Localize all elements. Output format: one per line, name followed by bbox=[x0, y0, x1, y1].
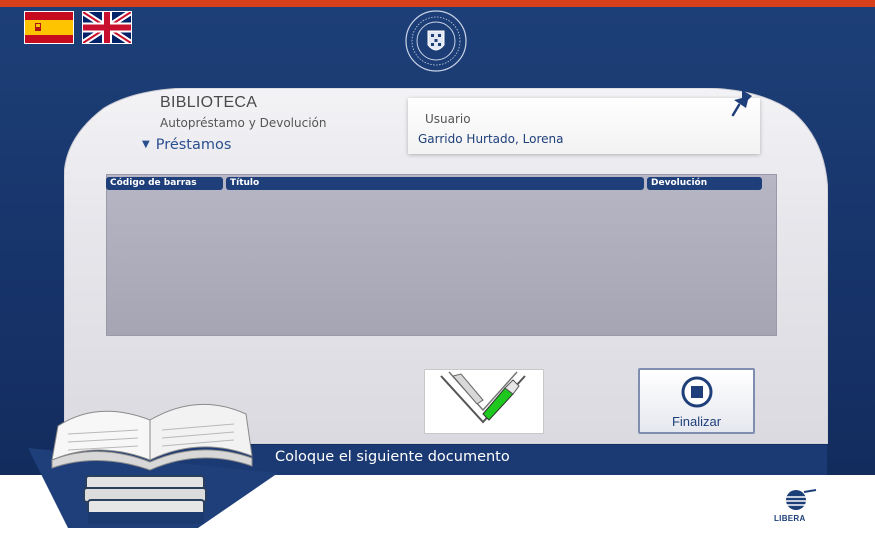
user-card: Usuario Garrido Hurtado, Lorena bbox=[408, 98, 760, 154]
library-title: BIBLIOTECA bbox=[160, 94, 258, 111]
top-accent-bar bbox=[0, 0, 875, 7]
spain-flag-icon[interactable] bbox=[24, 11, 74, 44]
prestamos-label: Préstamos bbox=[155, 137, 232, 153]
prestamos-section-toggle[interactable]: ▼ Préstamos bbox=[142, 137, 231, 153]
stop-icon bbox=[681, 376, 713, 408]
loans-table[interactable] bbox=[106, 174, 777, 336]
column-header-return[interactable]: Devolución bbox=[647, 177, 762, 190]
column-header-barcode[interactable]: Código de barras bbox=[106, 177, 223, 190]
user-label: Usuario bbox=[425, 112, 471, 126]
libera-logo-text: LIBERA bbox=[774, 514, 806, 523]
book-scanner-icon bbox=[424, 369, 544, 434]
status-message: Coloque el siguiente documento bbox=[275, 449, 510, 465]
university-seal-icon bbox=[404, 9, 468, 73]
books-illustration bbox=[28, 348, 288, 528]
uk-flag-icon[interactable] bbox=[82, 11, 132, 44]
library-subtitle: Autopréstamo y Devolución bbox=[160, 116, 327, 130]
finalize-button[interactable]: Finalizar bbox=[638, 368, 755, 434]
pushpin-icon bbox=[730, 88, 756, 118]
triangle-down-icon: ▼ bbox=[142, 139, 150, 150]
finalize-label: Finalizar bbox=[671, 414, 722, 429]
column-header-title[interactable]: Título bbox=[226, 177, 644, 190]
user-name: Garrido Hurtado, Lorena bbox=[418, 132, 564, 146]
